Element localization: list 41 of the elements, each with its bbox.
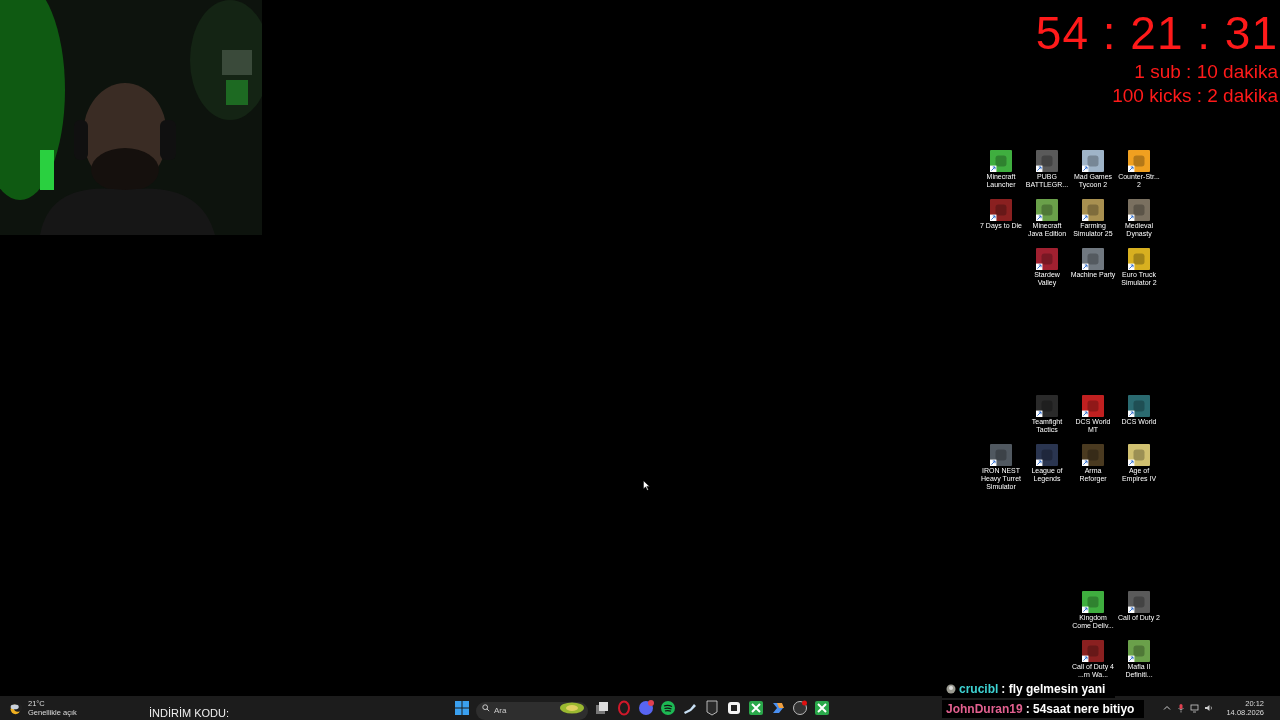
app-icon[interactable] — [1036, 444, 1058, 466]
chat-app-icon[interactable] — [638, 700, 654, 716]
app-icon[interactable] — [1036, 150, 1058, 172]
chat-badge-icon — [946, 684, 956, 694]
app-icon[interactable] — [1036, 248, 1058, 270]
music-app-icon[interactable] — [660, 700, 676, 716]
timer-rule: 1 sub : 10 dakika — [1134, 60, 1278, 84]
app-icon[interactable] — [1082, 248, 1104, 270]
network-icon[interactable] — [1190, 703, 1201, 713]
chat-username: crucibl — [959, 682, 999, 696]
search-highlight-icon — [559, 702, 585, 714]
speaker-icon[interactable] — [1204, 703, 1215, 713]
search-icon — [482, 704, 490, 712]
app-icon[interactable] — [1128, 591, 1150, 613]
countdown-timer: 54 : 21 : 31 — [1035, 6, 1278, 60]
app-icon[interactable] — [1082, 640, 1104, 662]
chat-username: JohnDuran19 — [946, 702, 1023, 716]
moon-cloud-icon[interactable] — [9, 701, 22, 715]
app-icon[interactable] — [990, 444, 1012, 466]
microphone-icon[interactable] — [1176, 703, 1187, 713]
timer-rule: 100 kicks : 2 dakika — [1112, 84, 1278, 108]
chat-message: : fly gelmesin yani — [1001, 682, 1106, 696]
app-icon[interactable] — [1128, 199, 1150, 221]
promo-text: İNDİRİM KODU: — [149, 707, 230, 720]
app-icon[interactable] — [990, 199, 1012, 221]
xbox-icon[interactable] — [748, 700, 764, 716]
app-icon[interactable] — [726, 700, 742, 716]
windows-icon[interactable] — [454, 700, 470, 716]
chat-message: : 54saat nere bitiyo — [1025, 702, 1135, 716]
xbox-icon[interactable] — [814, 700, 830, 716]
caret-icon[interactable] — [1162, 703, 1173, 713]
app-icon[interactable] — [1128, 395, 1150, 417]
app-icon[interactable] — [770, 700, 786, 716]
record-icon[interactable] — [792, 700, 808, 716]
app-icon[interactable] — [1036, 395, 1058, 417]
app-icon[interactable] — [1082, 444, 1104, 466]
store-icon[interactable] — [704, 700, 720, 716]
task-view-icon[interactable] — [594, 700, 610, 716]
mouse-cursor-icon — [643, 480, 650, 491]
app-icon[interactable] — [1082, 395, 1104, 417]
ring-icon[interactable] — [616, 700, 632, 716]
